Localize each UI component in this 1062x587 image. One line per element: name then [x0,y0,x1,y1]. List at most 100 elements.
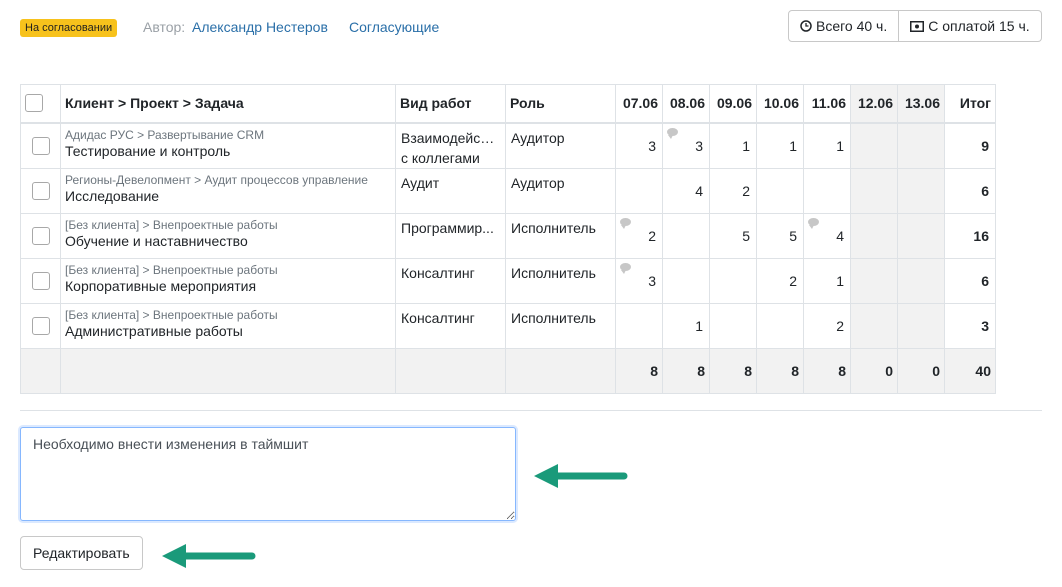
hours-cell[interactable] [615,167,663,214]
hours-cell[interactable]: 2 [756,257,804,304]
paid-hours-button[interactable]: С оплатой 15 ч. [899,10,1042,42]
role-cell: Аудитор [505,122,616,169]
hours-cell[interactable] [897,212,945,259]
hours-cell[interactable] [709,257,757,304]
row-total-cell: 9 [944,122,996,169]
hours-cell[interactable] [897,122,945,169]
work-type-cell: Консалтинг [395,257,506,304]
hours-cell[interactable]: 4 [803,212,851,259]
hours-value [902,214,940,228]
header-day: 09.06 [709,84,757,124]
hours-value: 5 [789,227,797,244]
hours-cell[interactable]: 1 [709,122,757,169]
role: Аудитор [511,129,565,146]
hours-cell[interactable]: 1 [662,302,710,349]
hours-cell[interactable] [662,257,710,304]
table-row[interactable]: [Без клиента] > Внепроектные работы Админ… [20,302,996,349]
comment-icon[interactable] [620,262,631,274]
task-cell[interactable]: [Без клиента] > Внепроектные работы Админ… [60,302,396,349]
hours-cell[interactable]: 2 [615,212,663,259]
row-checkbox-cell [20,302,61,349]
divider [20,410,1042,411]
hours-value: 1 [789,137,797,154]
hours-cell[interactable]: 2 [709,167,757,214]
totals-row: 8 8 8 8 8 0 0 40 [20,347,996,394]
hours-value [855,124,893,138]
hours-value [620,169,658,183]
hours-value [855,169,893,183]
hours-cell[interactable] [897,167,945,214]
task-path: [Без клиента] > Внепроектные работы [65,262,278,277]
comment-icon[interactable] [808,217,819,229]
hours-cell[interactable] [615,302,663,349]
header-day: 07.06 [615,84,663,124]
hours-cell[interactable]: 5 [756,212,804,259]
row-checkbox-cell [20,122,61,169]
hours-cell[interactable] [756,302,804,349]
day-total: 8 [615,347,663,394]
task-path: [Без клиента] > Внепроектные работы [65,307,278,322]
hours-cell[interactable]: 3 [615,257,663,304]
row-checkbox[interactable] [31,136,50,155]
row-total-cell: 16 [944,212,996,259]
comment-textarea[interactable]: Необходимо внести изменения в таймшит [20,427,516,521]
hours-value: 2 [742,182,750,199]
row-checkbox[interactable] [31,316,50,335]
row-total: 9 [981,137,989,154]
row-checkbox[interactable] [31,226,50,245]
table-row[interactable]: Регионы-Девелопмент > Аудит процессов уп… [20,167,996,214]
table-row[interactable]: [Без клиента] > Внепроектные работы Корпо… [20,257,996,304]
hours-cell[interactable]: 2 [803,302,851,349]
hours-cell[interactable]: 1 [803,257,851,304]
comment-icon[interactable] [667,127,678,139]
author-label: Автор: [143,19,186,35]
day-total: 8 [709,347,757,394]
hours-cell[interactable]: 3 [662,122,710,169]
task-cell[interactable]: [Без клиента] > Внепроектные работы Обуче… [60,212,396,259]
approvers-link[interactable]: Согласующие [349,19,439,35]
hours-cell[interactable]: 3 [615,122,663,169]
work-type-cell: Аудит [395,167,506,214]
table-row[interactable]: [Без клиента] > Внепроектные работы Обуче… [20,212,996,259]
header-role: Роль [505,84,616,124]
task-cell[interactable]: [Без клиента] > Внепроектные работы Корпо… [60,257,396,304]
hours-cell[interactable]: 4 [662,167,710,214]
hours-cell[interactable] [850,302,898,349]
work-type: Взаимодейств... [401,129,501,146]
hours-value [902,169,940,183]
paid-hours-label: С оплатой 15 ч. [928,18,1030,34]
hours-cell[interactable]: 1 [803,122,851,169]
hours-cell[interactable] [897,302,945,349]
hours-cell[interactable] [709,302,757,349]
task-cell[interactable]: Регионы-Девелопмент > Аудит процессов уп… [60,167,396,214]
header-day: 08.06 [662,84,710,124]
select-all-checkbox[interactable] [25,94,43,113]
row-checkbox[interactable] [31,271,50,290]
hours-cell[interactable] [850,212,898,259]
hours-cell[interactable] [756,167,804,214]
total-hours-button[interactable]: Всего 40 ч. [788,10,900,42]
comment-icon[interactable] [620,217,631,229]
work-type: Программир... [401,219,494,236]
hours-cell[interactable] [662,212,710,259]
author-link[interactable]: Александр Нестеров [192,19,328,35]
task-cell[interactable]: Адидас РУС > Развертывание CRM Тестирован… [60,122,396,169]
hours-value [714,259,752,273]
row-checkbox[interactable] [31,181,50,200]
table-row[interactable]: Адидас РУС > Развертывание CRM Тестирован… [20,122,996,169]
edit-button[interactable]: Редактировать [20,536,143,570]
hours-cell[interactable] [850,257,898,304]
hours-value [855,214,893,228]
row-checkbox-cell [20,212,61,259]
hours-cell[interactable] [897,257,945,304]
hours-cell[interactable]: 1 [756,122,804,169]
day-total: 0 [897,347,945,394]
hours-value [808,169,846,183]
hours-cell[interactable]: 5 [709,212,757,259]
role: Исполнитель [511,219,596,236]
row-total: 16 [973,227,989,244]
row-checkbox-cell [20,167,61,214]
hours-cell[interactable] [850,167,898,214]
hours-cell[interactable] [803,167,851,214]
hours-cell[interactable] [850,122,898,169]
